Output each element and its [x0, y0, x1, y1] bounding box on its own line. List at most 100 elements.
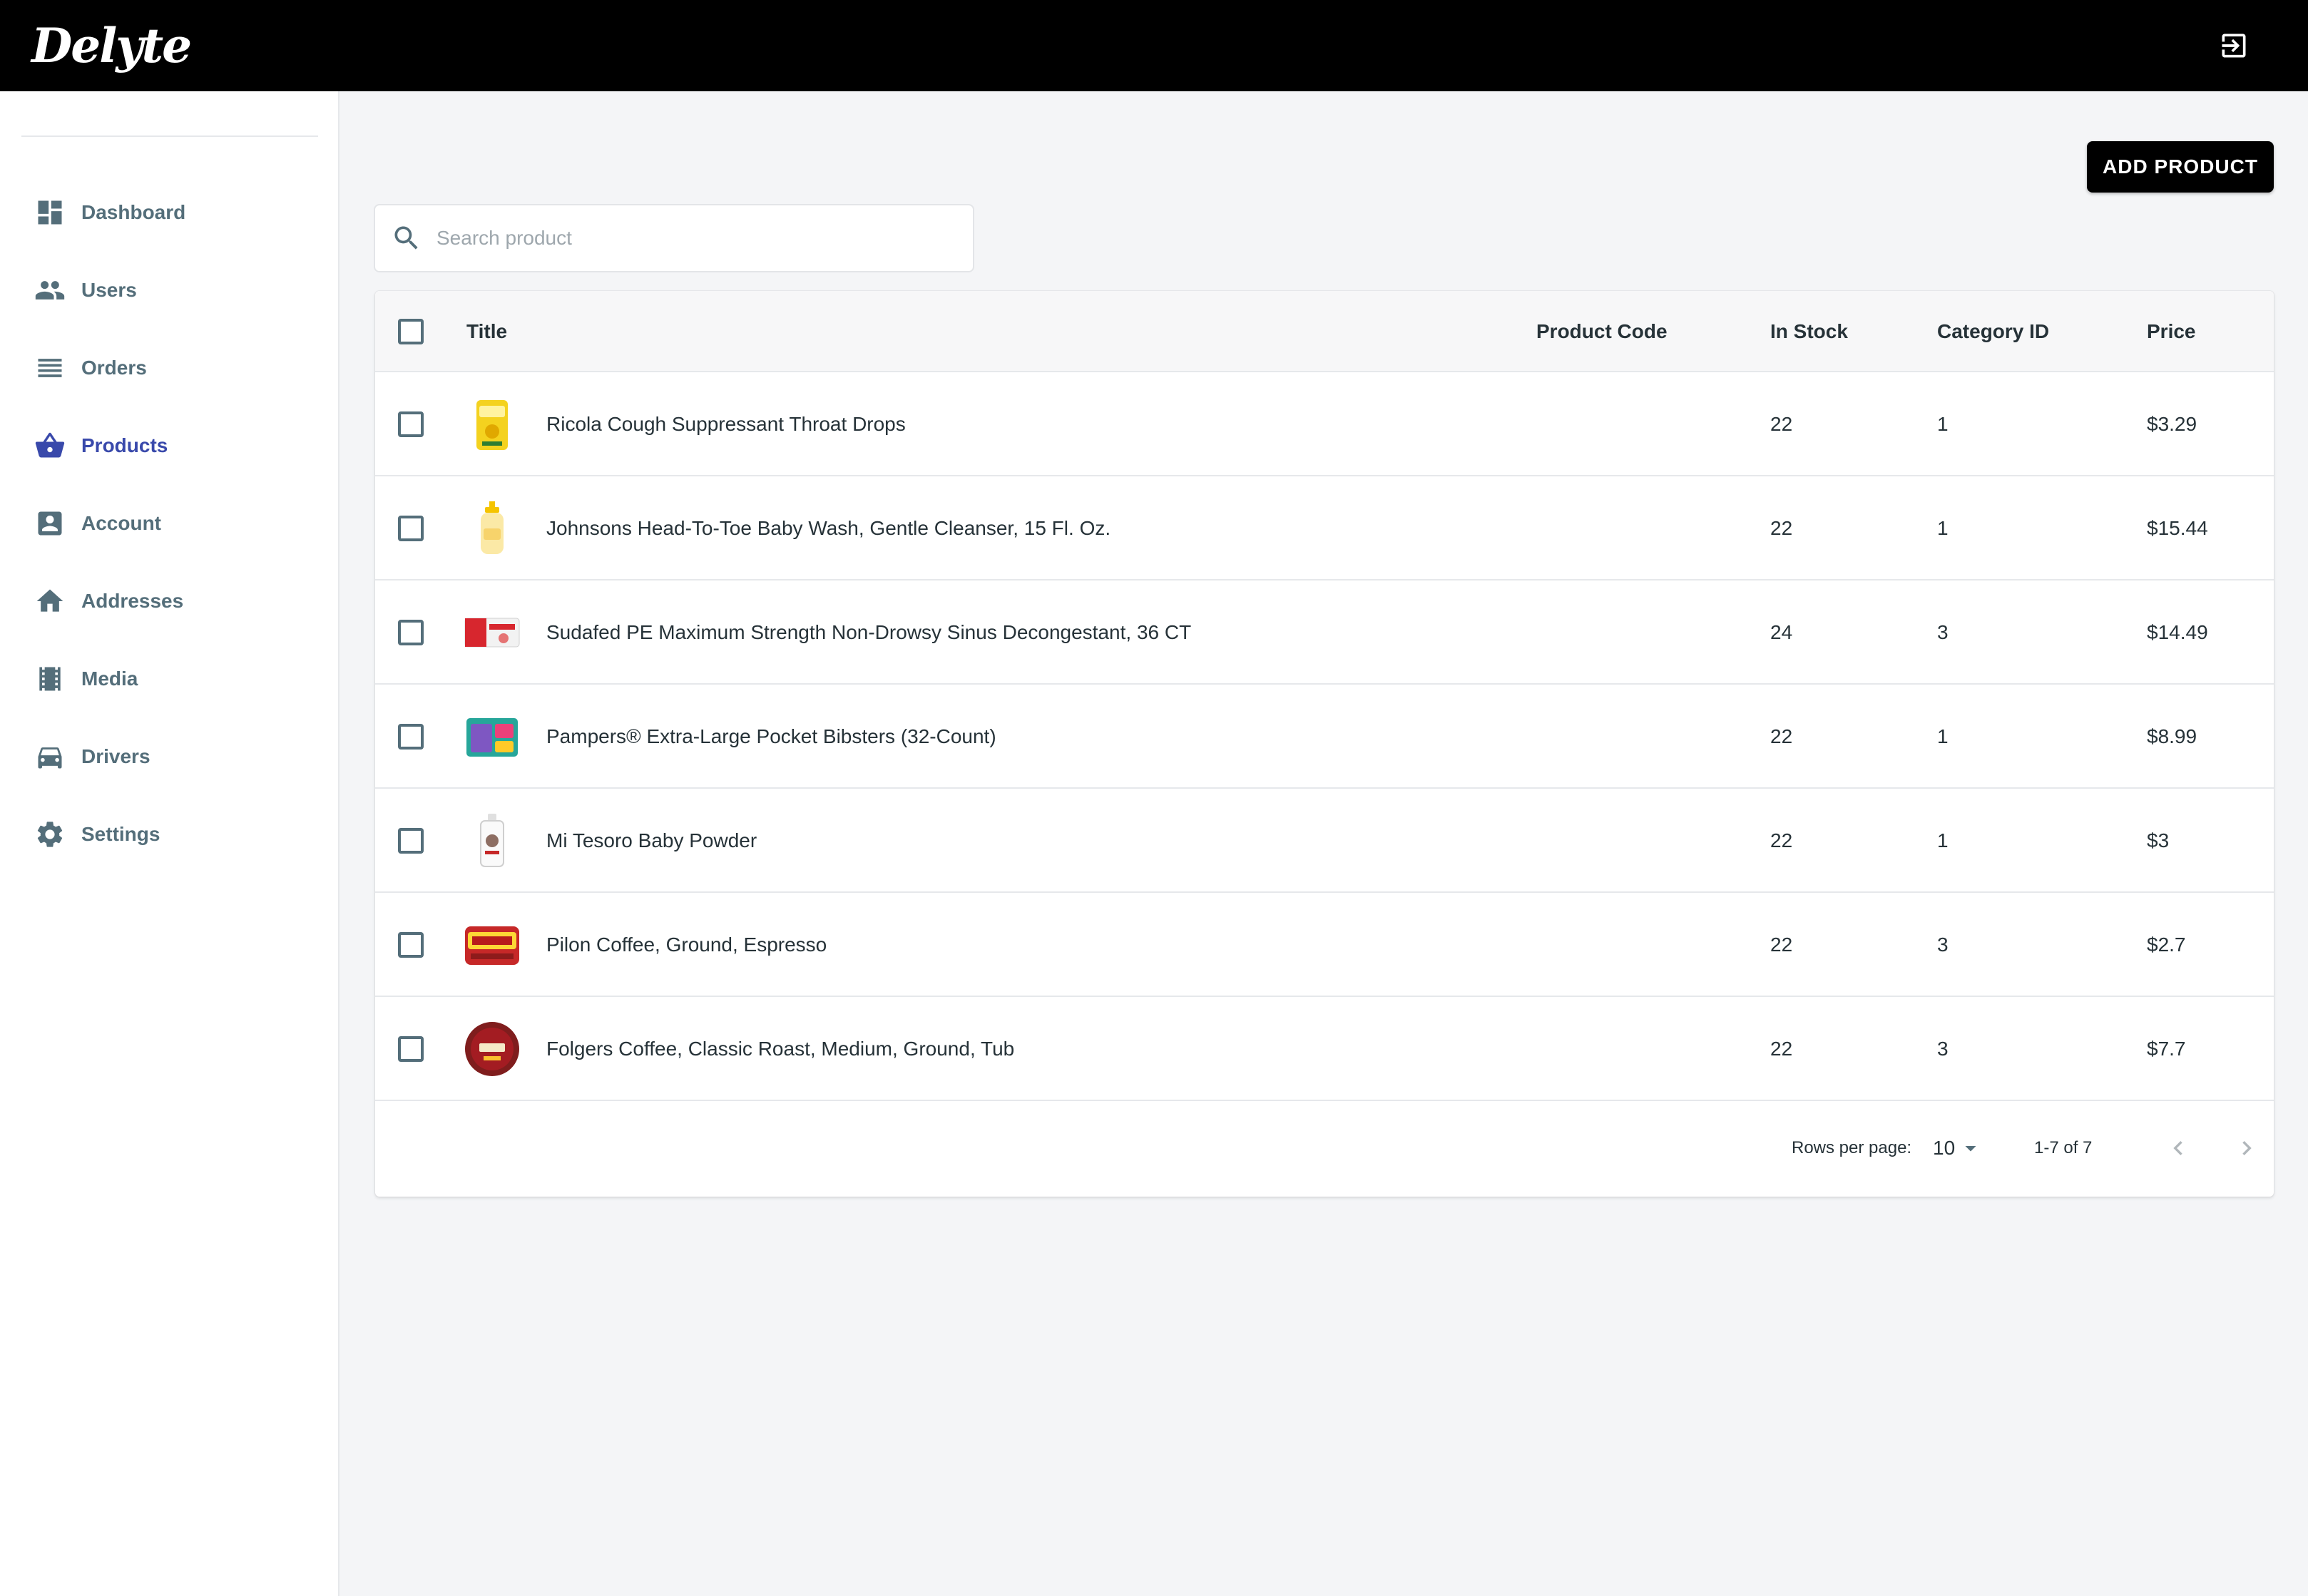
chevron-right-icon: [2242, 1141, 2252, 1155]
products-table-card: Title Product Code In Stock Category ID …: [375, 291, 2274, 1197]
product-stock: 22: [1770, 517, 1793, 539]
product-title: Johnsons Head-To-Toe Baby Wash, Gentle C…: [546, 517, 1111, 539]
product-price: $2.7: [2147, 933, 2186, 956]
rows-per-page-label: Rows per page:: [1792, 1138, 1912, 1157]
sidebar-item-label: Orders: [81, 357, 147, 379]
row-checkbox[interactable]: [398, 411, 424, 437]
row-checkbox[interactable]: [398, 620, 424, 645]
product-title: Ricola Cough Suppressant Throat Drops: [546, 413, 906, 435]
sidebar-item-users[interactable]: Users: [20, 262, 320, 319]
basket-icon: [20, 417, 80, 474]
add-product-button[interactable]: ADD PRODUCT: [2087, 141, 2274, 193]
product-category: 1: [1937, 517, 1949, 539]
column-header-category-id[interactable]: Category ID: [1937, 291, 2049, 372]
product-image: [481, 501, 504, 554]
product-category: 3: [1937, 621, 1949, 643]
table-row[interactable]: Folgers Coffee, Classic Roast, Medium, G…: [375, 997, 2274, 1101]
search-box: [374, 204, 974, 272]
sidebar-item-label: Products: [81, 434, 168, 456]
row-checkbox[interactable]: [398, 1036, 424, 1062]
sidebar-divider: [21, 135, 318, 137]
logout-button[interactable]: [2212, 24, 2255, 67]
sidebar-item-label: Dashboard: [81, 201, 186, 223]
table-row[interactable]: Sudafed PE Maximum Strength Non-Drowsy S…: [375, 580, 2274, 685]
rows-per-page-select[interactable]: 10: [1933, 1100, 1983, 1197]
row-checkbox[interactable]: [398, 828, 424, 854]
product-image: [476, 400, 508, 450]
home-icon: [20, 573, 80, 630]
product-title: Pampers® Extra-Large Pocket Bibsters (32…: [546, 725, 996, 747]
rows-per-page-value: 10: [1933, 1137, 1956, 1159]
column-header-title[interactable]: Title: [466, 291, 507, 372]
product-image: [465, 1022, 519, 1076]
table-row[interactable]: Johnsons Head-To-Toe Baby Wash, Gentle C…: [375, 476, 2274, 580]
row-checkbox[interactable]: [398, 724, 424, 750]
sidebar-item-media[interactable]: Media: [20, 650, 320, 707]
product-stock: 24: [1770, 621, 1793, 643]
product-category: 3: [1937, 933, 1949, 956]
product-price: $3: [2147, 829, 2170, 851]
product-image: [480, 814, 504, 867]
users-icon: [20, 262, 80, 319]
table-row[interactable]: Pilon Coffee, Ground, Espresso 22 3 $2.7: [375, 893, 2274, 997]
product-category: 1: [1937, 829, 1949, 851]
sidebar-item-account[interactable]: Account: [20, 495, 320, 552]
sidebar-item-addresses[interactable]: Addresses: [20, 573, 320, 630]
sidebar-item-dashboard[interactable]: Dashboard: [20, 184, 320, 241]
next-page-button[interactable]: [2225, 1127, 2268, 1170]
previous-page-button[interactable]: [2157, 1127, 2200, 1170]
sidebar-item-products[interactable]: Products: [20, 417, 320, 474]
sidebar-item-label: Drivers: [81, 745, 150, 767]
sidebar-item-label: Addresses: [81, 590, 184, 612]
row-checkbox[interactable]: [398, 932, 424, 958]
sidebar-item-label: Settings: [81, 823, 160, 845]
dashboard-icon: [20, 184, 80, 241]
car-icon: [20, 728, 80, 785]
sidebar-item-settings[interactable]: Settings: [20, 806, 320, 863]
table-header: Title Product Code In Stock Category ID …: [375, 291, 2274, 372]
row-checkbox[interactable]: [398, 516, 424, 541]
app-logo[interactable]: Delyte: [31, 18, 192, 73]
product-title: Folgers Coffee, Classic Roast, Medium, G…: [546, 1038, 1015, 1060]
column-header-product-code[interactable]: Product Code: [1536, 291, 1668, 372]
product-stock: 22: [1770, 933, 1793, 956]
product-price: $7.7: [2147, 1038, 2186, 1060]
product-stock: 22: [1770, 413, 1793, 435]
product-image: [465, 926, 519, 965]
sidebar-item-drivers[interactable]: Drivers: [20, 728, 320, 785]
product-price: $3.29: [2147, 413, 2197, 435]
chevron-down-icon: [1965, 1146, 1976, 1152]
account-icon: [20, 495, 80, 552]
search-icon: [394, 226, 418, 250]
product-title: Pilon Coffee, Ground, Espresso: [546, 933, 827, 956]
table-row[interactable]: Ricola Cough Suppressant Throat Drops 22…: [375, 372, 2274, 476]
sidebar: Dashboard Users Orders Products Account …: [0, 91, 339, 1596]
column-header-in-stock[interactable]: In Stock: [1770, 291, 1848, 372]
product-image: [466, 718, 518, 757]
sidebar-item-orders[interactable]: Orders: [20, 339, 320, 397]
sidebar-item-label: Users: [81, 279, 137, 301]
table-row[interactable]: Pampers® Extra-Large Pocket Bibsters (32…: [375, 685, 2274, 789]
product-stock: 22: [1770, 725, 1793, 747]
chevron-left-icon: [2173, 1141, 2182, 1155]
logout-icon: [2222, 34, 2246, 58]
top-app-bar: Delyte: [0, 0, 2308, 91]
film-icon: [20, 650, 80, 707]
select-all-checkbox[interactable]: [398, 319, 424, 344]
table-row[interactable]: Mi Tesoro Baby Powder 22 1 $3: [375, 789, 2274, 893]
product-price: $15.44: [2147, 517, 2208, 539]
pagination-range: 1-7 of 7: [2034, 1138, 2093, 1157]
product-stock: 22: [1770, 1038, 1793, 1060]
product-price: $14.49: [2147, 621, 2208, 643]
product-stock: 22: [1770, 829, 1793, 851]
product-category: 1: [1937, 725, 1949, 747]
product-price: $8.99: [2147, 725, 2197, 747]
sidebar-item-label: Media: [81, 667, 138, 690]
product-title: Mi Tesoro Baby Powder: [546, 829, 757, 851]
product-title: Sudafed PE Maximum Strength Non-Drowsy S…: [546, 621, 1192, 643]
product-image: [464, 618, 520, 648]
sidebar-item-label: Account: [81, 512, 161, 534]
column-header-price[interactable]: Price: [2147, 291, 2196, 372]
search-input[interactable]: [436, 227, 964, 250]
orders-icon: [20, 339, 80, 397]
